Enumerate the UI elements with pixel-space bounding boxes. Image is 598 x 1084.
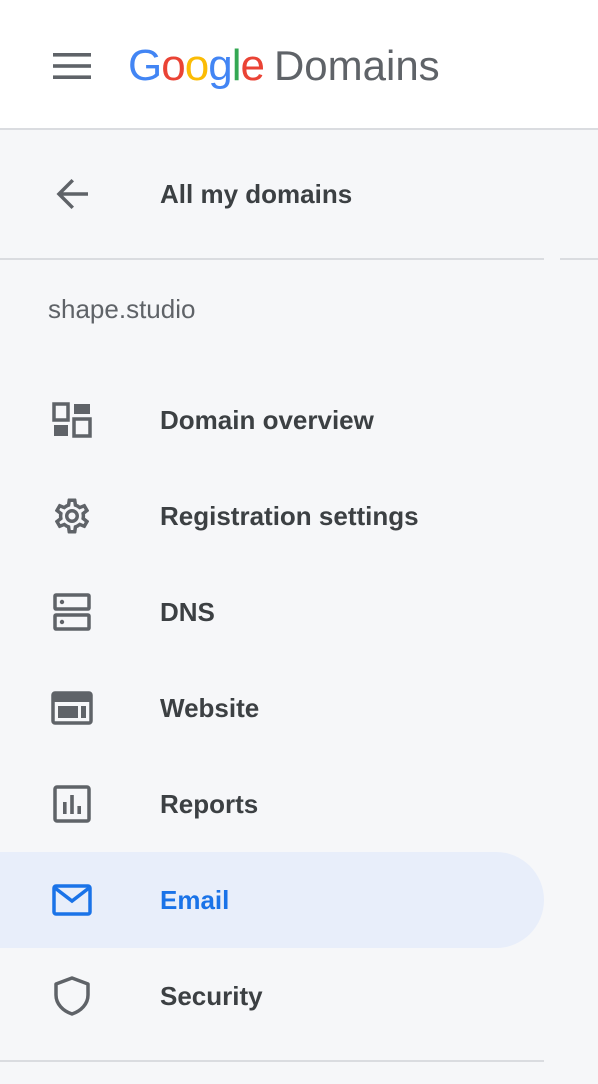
hamburger-menu-icon [53, 53, 91, 79]
nav-item-label: Email [160, 884, 230, 915]
arrow-back-icon [50, 174, 94, 214]
logo-letter: e [240, 41, 265, 90]
logo-letter: o [161, 41, 186, 90]
nav-item-label: Website [160, 692, 260, 723]
gear-icon [50, 496, 94, 536]
nav-item-registration-settings[interactable]: Registration settings [0, 468, 544, 564]
nav-item-label: Domain overview [160, 404, 374, 435]
nav-item-label: Reports [160, 788, 259, 819]
dns-icon [50, 592, 94, 632]
domain-menu: Domain overview Registration settings DN… [0, 372, 598, 1044]
logo-letter: o [184, 41, 210, 90]
nav-item-dns[interactable]: DNS [0, 564, 544, 660]
email-icon [50, 880, 94, 920]
nav-item-website[interactable]: Website [0, 660, 544, 756]
logo-letter: l [231, 41, 242, 90]
product-name: Domains [273, 42, 440, 89]
divider [560, 258, 598, 260]
main-menu-button[interactable] [44, 38, 100, 94]
nav-item-email[interactable]: Email [0, 852, 544, 948]
shield-icon [50, 976, 94, 1016]
domain-name-heading: shape.studio [48, 294, 196, 324]
google-domains-logo[interactable]: Google Domains [128, 36, 440, 96]
nav-item-label: DNS [160, 596, 215, 627]
divider [0, 258, 544, 260]
nav-item-security[interactable]: Security [0, 948, 544, 1044]
top-bar: Google Domains [0, 0, 598, 130]
all-my-domains-link[interactable]: All my domains [0, 130, 544, 258]
reports-icon [50, 784, 94, 824]
logo-letter: g [208, 41, 233, 90]
website-icon [50, 688, 94, 728]
dashboard-icon [50, 400, 94, 440]
nav-item-reports[interactable]: Reports [0, 756, 544, 852]
google-wordmark: Google [128, 41, 265, 91]
logo-letter: G [128, 41, 162, 90]
nav-item-label: Registration settings [160, 500, 419, 531]
divider [0, 1060, 544, 1062]
back-link-label: All my domains [160, 178, 353, 209]
nav-item-domain-overview[interactable]: Domain overview [0, 372, 544, 468]
nav-item-label: Security [160, 980, 263, 1011]
